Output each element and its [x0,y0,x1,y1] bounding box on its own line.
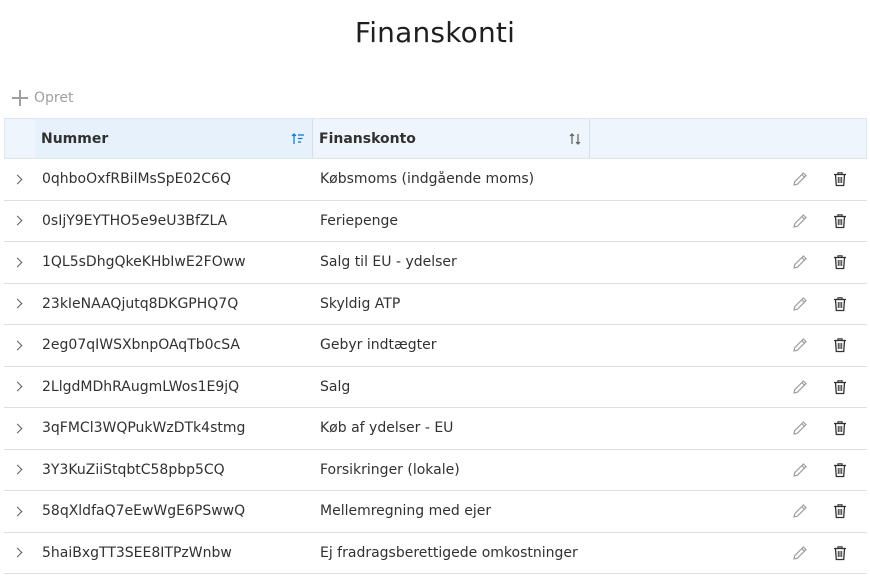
toolbar: Opret [4,78,84,118]
expand-toggle[interactable] [4,464,34,475]
table-row[interactable]: 0sIjY9EYTHO5e9eU3BfZLA Feriepenge [4,201,867,242]
account-number: 3qFMCl3WQPukWzDTk4stmg [42,420,246,437]
pencil-icon[interactable] [789,500,811,522]
column-header-finanskonto[interactable]: Finanskonto [313,119,590,158]
account-name: Salg til EU - ydelser [320,254,457,271]
column-header-label: Finanskonto [319,130,416,147]
expand-toggle[interactable] [4,215,34,226]
chevron-right-icon [12,174,22,185]
row-actions [589,293,867,315]
row-actions [589,459,867,481]
chevron-right-icon [12,257,22,268]
expand-toggle[interactable] [4,298,34,309]
sort-ascending-icon[interactable] [290,131,306,147]
grid-body: 0qhboOxfRBilMsSpE02C6Q Købsmoms (indgåen… [4,159,867,574]
expand-toggle[interactable] [4,340,34,351]
chevron-right-icon [12,340,22,351]
expand-toggle[interactable] [4,174,34,185]
header-actions-cell [590,119,866,158]
chevron-right-icon [12,381,22,392]
table-row[interactable]: 58qXldfaQ7eEwWgE6PSwwQ Mellemregning med… [4,491,867,533]
grid-header: Nummer Finanskonto [4,118,867,159]
account-name: Købsmoms (indgående moms) [320,171,535,188]
chevron-right-icon [12,423,22,434]
account-name: Mellemregning med ejer [320,503,492,520]
expand-toggle[interactable] [4,547,34,558]
expand-toggle[interactable] [4,423,34,434]
chevron-right-icon [12,464,22,475]
account-number: 23kIeNAAQjutq8DKGPHQ7Q [42,295,239,312]
chevron-right-icon [12,506,22,517]
column-header-nummer[interactable]: Nummer [35,119,313,158]
chevron-right-icon [12,215,22,226]
account-number: 3Y3KuZiiStqbtC58pbp5CQ [42,461,225,478]
pencil-icon[interactable] [789,168,811,190]
plus-icon [12,90,28,106]
create-button-label: Opret [34,90,74,106]
pencil-icon[interactable] [789,376,811,398]
expand-toggle[interactable] [4,506,34,517]
table-row[interactable]: 0qhboOxfRBilMsSpE02C6Q Købsmoms (indgåen… [4,159,867,201]
account-name: Køb af ydelser - EU [320,420,454,437]
account-number: 2eg07qIWSXbnpOAqTb0cSA [42,337,240,354]
account-name: Gebyr indtægter [320,337,437,354]
trash-icon[interactable] [829,376,851,398]
trash-icon[interactable] [829,542,851,564]
account-name: Feriepenge [320,212,399,229]
account-number: 1QL5sDhgQkeKHbIwE2FOww [42,254,246,271]
table-row[interactable]: 1QL5sDhgQkeKHbIwE2FOww Salg til EU - yde… [4,242,867,284]
expand-toggle[interactable] [4,257,34,268]
pencil-icon[interactable] [789,417,811,439]
accounts-grid: Nummer Finanskonto 0qhboOxfRBilMsSpE02C6… [4,118,867,574]
row-actions [589,251,867,273]
pencil-icon[interactable] [789,334,811,356]
chevron-right-icon [12,547,22,558]
row-actions [589,417,867,439]
table-row[interactable]: 23kIeNAAQjutq8DKGPHQ7Q Skyldig ATP [4,284,867,325]
create-button[interactable]: Opret [4,78,73,118]
account-name: Salg [320,378,351,395]
account-name: Forsikringer (lokale) [320,461,460,478]
expand-toggle[interactable] [4,381,34,392]
pencil-icon[interactable] [789,210,811,232]
trash-icon[interactable] [829,210,851,232]
account-name: Ej fradragsberettigede omkostninger [320,544,578,561]
row-actions [589,334,867,356]
account-number: 58qXldfaQ7eEwWgE6PSwwQ [42,503,246,520]
chevron-right-icon [12,298,22,309]
account-number: 0qhboOxfRBilMsSpE02C6Q [42,171,231,188]
row-actions [589,542,867,564]
row-actions [589,500,867,522]
account-number: 5haiBxgTT3SEE8ITPzWnbw [42,544,232,561]
row-actions [589,168,867,190]
pencil-icon[interactable] [789,293,811,315]
table-row[interactable]: 3qFMCl3WQPukWzDTk4stmg Køb af ydelser - … [4,408,867,450]
pencil-icon[interactable] [789,251,811,273]
page-title: Finanskonti [354,16,516,49]
table-row[interactable]: 2LlgdMDhRAugmLWos1E9jQ Salg [4,367,867,408]
sort-icon[interactable] [567,131,583,147]
trash-icon[interactable] [829,459,851,481]
row-actions [589,376,867,398]
trash-icon[interactable] [829,168,851,190]
account-number: 0sIjY9EYTHO5e9eU3BfZLA [42,212,228,229]
row-actions [589,210,867,232]
trash-icon[interactable] [829,417,851,439]
table-row[interactable]: 2eg07qIWSXbnpOAqTb0cSA Gebyr indtægter [4,325,867,367]
trash-icon[interactable] [829,500,851,522]
pencil-icon[interactable] [789,459,811,481]
table-row[interactable]: 5haiBxgTT3SEE8ITPzWnbw Ej fradragsberett… [4,533,867,574]
table-row[interactable]: 3Y3KuZiiStqbtC58pbp5CQ Forsikringer (lok… [4,450,867,491]
header-expand-cell [5,119,35,158]
pencil-icon[interactable] [789,542,811,564]
trash-icon[interactable] [829,334,851,356]
account-name: Skyldig ATP [320,295,401,312]
account-number: 2LlgdMDhRAugmLWos1E9jQ [42,378,240,395]
column-header-label: Nummer [41,130,109,147]
trash-icon[interactable] [829,293,851,315]
trash-icon[interactable] [829,251,851,273]
